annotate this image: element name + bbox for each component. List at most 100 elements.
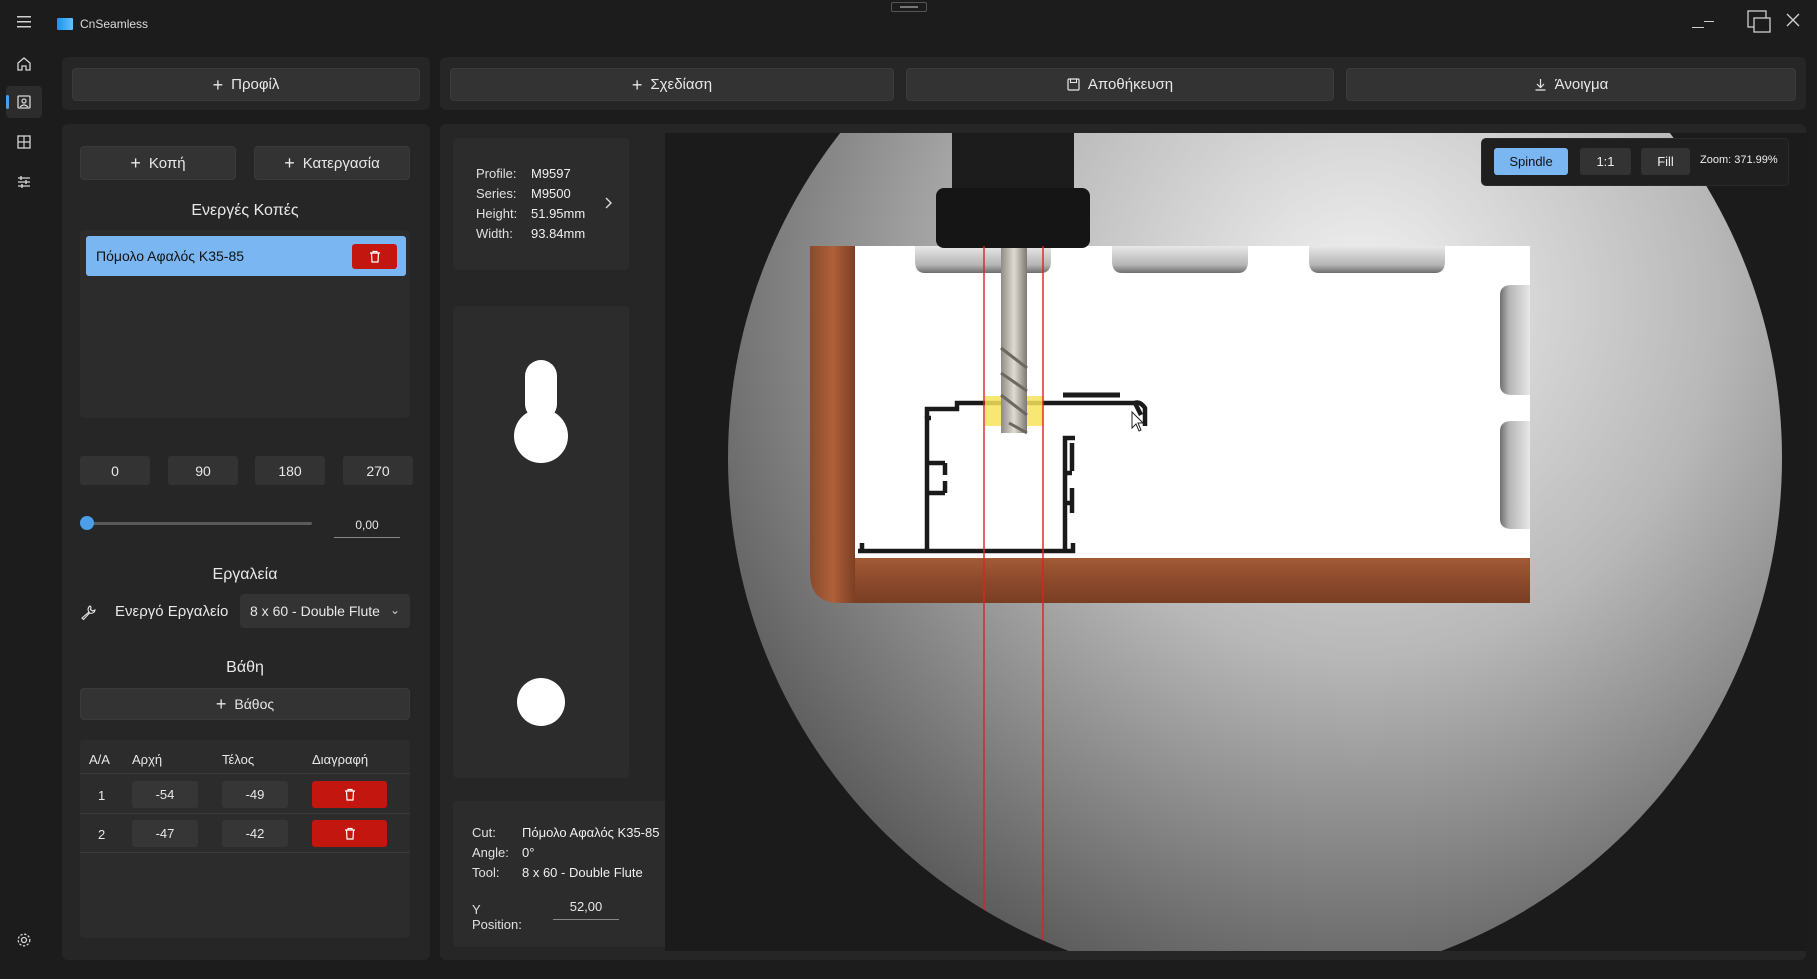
- table-row: 1 -54 -49: [80, 775, 410, 814]
- plus-icon: +: [215, 694, 227, 714]
- wood-bottom-rail: [855, 558, 1530, 603]
- tool-key: Tool:: [472, 865, 500, 880]
- machine-scene: [665, 133, 1807, 951]
- plus-icon: +: [130, 153, 141, 173]
- list-item-active-cut[interactable]: Πόμολο Αφαλός K35-85: [86, 236, 406, 276]
- cut-shape-preview: [453, 306, 629, 778]
- angle-slider-track[interactable]: [86, 522, 312, 525]
- download-icon: [1535, 79, 1546, 91]
- minimize-icon[interactable]: [1686, 8, 1716, 36]
- view-controls: Spindle 1:1 Fill Zoom: 371.99%: [1482, 139, 1788, 185]
- add-profile-button[interactable]: + Προφίλ: [72, 68, 420, 101]
- trash-icon: [344, 827, 355, 840]
- sliders-icon: [18, 176, 30, 188]
- delete-cut-button[interactable]: [352, 244, 397, 269]
- series-value: M9500: [531, 186, 571, 201]
- row-index: 1: [98, 788, 106, 803]
- tool-value: 8 x 60 - Double Flute: [522, 865, 643, 880]
- cut-key: Cut:: [472, 825, 496, 840]
- height-key: Height:: [476, 206, 518, 221]
- tools-title: Εργαλεία: [212, 566, 278, 583]
- plus-icon: +: [631, 74, 643, 95]
- depth-table: Α/Α Αρχή Τέλος Διαγραφή 1 -54 -49 2 -47 …: [80, 740, 410, 938]
- y-position-key: Y Position:: [472, 902, 522, 932]
- row-index: 2: [98, 827, 106, 842]
- angle-90-button[interactable]: 90: [168, 456, 238, 485]
- active-cuts-list: Πόμολο Αφαλός K35-85: [80, 230, 410, 418]
- profile-key: Profile:: [476, 166, 517, 181]
- column-header-start: Αρχή: [132, 752, 163, 767]
- wood-left-stop: [810, 246, 855, 603]
- depth-start-input[interactable]: -47: [132, 820, 198, 847]
- image-icon: [17, 95, 31, 109]
- height-value: 51.95mm: [531, 206, 586, 221]
- fill-view-button[interactable]: Fill: [1641, 148, 1690, 175]
- y-position-input[interactable]: 52,00: [553, 896, 619, 920]
- column-header-index: Α/Α: [89, 752, 110, 767]
- depths-title: Βάθη: [226, 659, 264, 676]
- title-bar: CnSeamless: [0, 0, 1817, 44]
- spindle-collet: [936, 188, 1090, 248]
- profile-info-card[interactable]: Profile: M9597 Series: M9500 Height: 51.…: [453, 138, 629, 270]
- angle-270-button[interactable]: 270: [343, 456, 413, 485]
- angle-value-input[interactable]: 0,00: [334, 514, 400, 538]
- nav-item-settings[interactable]: [6, 924, 42, 956]
- add-processing-button[interactable]: + Κατεργασία: [254, 146, 410, 180]
- clamp-side-1: [1500, 285, 1530, 395]
- nav-rail: [0, 44, 48, 979]
- nav-item-home[interactable]: [6, 48, 42, 80]
- delete-depth-button[interactable]: [312, 820, 387, 847]
- depth-end-input[interactable]: -49: [222, 781, 288, 808]
- add-depth-button[interactable]: + Βάθος: [80, 688, 410, 720]
- clamp-side-2: [1500, 421, 1530, 529]
- angle-0-button[interactable]: 0: [80, 456, 150, 485]
- home-icon: [17, 57, 31, 71]
- nav-item-layout[interactable]: [6, 126, 42, 158]
- depth-table-header: Α/Α Αρχή Τέλος Διαγραφή: [80, 740, 410, 774]
- clamp-top-3: [1309, 246, 1445, 273]
- zoom-readout: Zoom: 371.99%: [1700, 154, 1778, 166]
- delete-depth-button[interactable]: [312, 781, 387, 808]
- spindle-view-button[interactable]: Spindle: [1494, 148, 1568, 175]
- gear-icon: [17, 933, 31, 947]
- nav-item-design[interactable]: [6, 86, 42, 118]
- profile-value: M9597: [531, 166, 571, 181]
- wrench-icon: [81, 605, 96, 620]
- new-design-button[interactable]: + Σχεδίαση: [450, 68, 894, 101]
- restore-icon[interactable]: [1744, 8, 1774, 36]
- add-cut-button[interactable]: + Κοπή: [80, 146, 236, 180]
- one-to-one-button[interactable]: 1:1: [1580, 148, 1631, 175]
- width-value: 93.84mm: [531, 226, 586, 241]
- app-title: CnSeamless: [80, 17, 149, 31]
- save-button[interactable]: Αποθήκευση: [906, 68, 1334, 101]
- close-icon[interactable]: [1778, 8, 1808, 36]
- trash-icon: [344, 788, 355, 801]
- angle-slider-thumb[interactable]: [80, 516, 94, 530]
- width-key: Width:: [476, 226, 513, 241]
- machine-view-canvas[interactable]: [665, 133, 1807, 951]
- window-drag-handle[interactable]: [891, 2, 927, 12]
- active-tool-select[interactable]: 8 x 60 - Double Flute ⌄: [240, 594, 410, 628]
- clamp-top-1: [915, 246, 1051, 273]
- nav-item-parameters[interactable]: [6, 166, 42, 198]
- plus-icon: +: [212, 74, 224, 95]
- angle-180-button[interactable]: 180: [255, 456, 325, 485]
- active-tool-label: Ενεργό Εργαλείο: [115, 603, 229, 620]
- workpiece-area: [810, 246, 1530, 558]
- series-key: Series:: [476, 186, 517, 201]
- column-header-end: Τέλος: [222, 752, 255, 767]
- depth-end-input[interactable]: -42: [222, 820, 288, 847]
- angle-key: Angle:: [472, 845, 509, 860]
- column-header-delete: Διαγραφή: [312, 752, 369, 767]
- app-logo-icon: [57, 18, 73, 30]
- main-toolbar-panel: + Σχεδίαση Αποθήκευση Άνοιγμα: [440, 57, 1806, 110]
- save-icon: [1067, 78, 1080, 91]
- hamburger-menu-icon[interactable]: [14, 12, 36, 32]
- table-row: 2 -47 -42: [80, 814, 410, 853]
- depth-start-input[interactable]: -54: [132, 781, 198, 808]
- open-button[interactable]: Άνοιγμα: [1346, 68, 1796, 101]
- chevron-down-icon: ⌄: [389, 603, 400, 617]
- plus-icon: +: [284, 153, 295, 173]
- keyhole-shape-icon: [514, 360, 568, 726]
- chevron-right-icon[interactable]: [603, 196, 613, 210]
